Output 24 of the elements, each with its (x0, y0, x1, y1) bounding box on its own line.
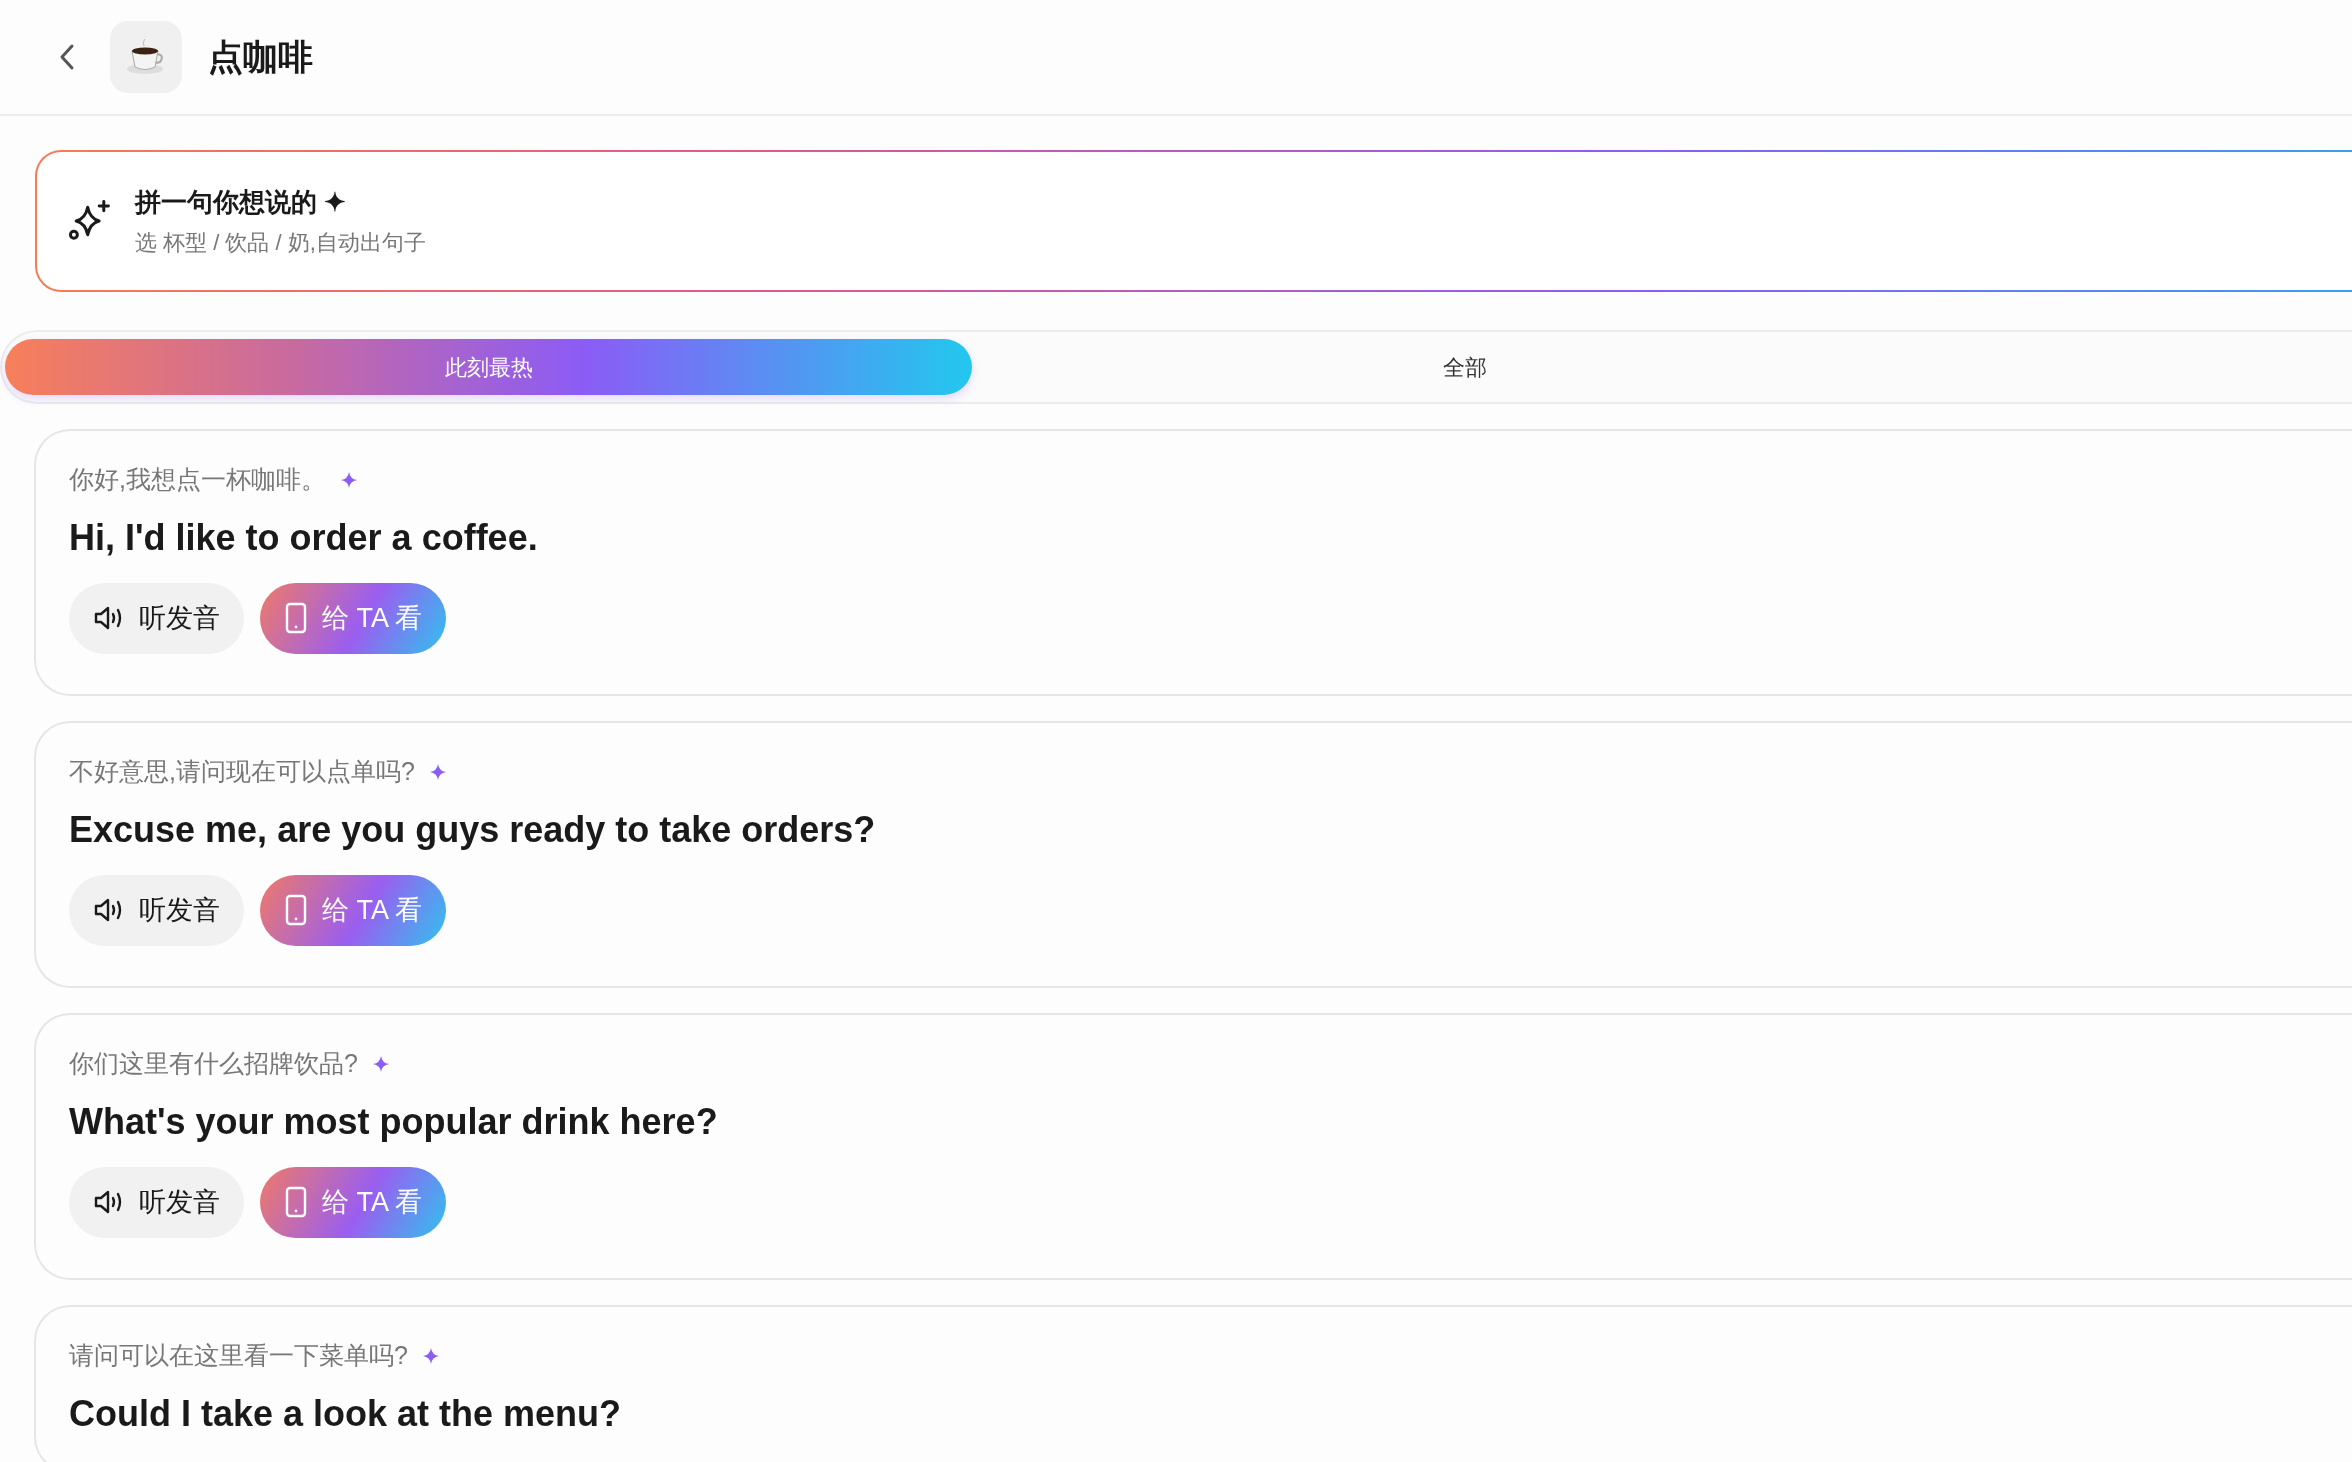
show-button[interactable]: 给 TA 看 (260, 874, 446, 946)
tab[interactable]: 全部 (972, 339, 1957, 395)
listen-button[interactable]: 听发音 (69, 874, 244, 946)
show-button[interactable]: 给 TA 看 (260, 582, 446, 654)
chinese-phrase: 请问可以在这里看一下菜单吗? (69, 1340, 408, 1371)
listen-button[interactable]: 听发音 (69, 1166, 244, 1238)
show-button[interactable]: 给 TA 看 (260, 1166, 446, 1238)
listen-button[interactable]: 听发音 (69, 582, 244, 654)
chinese-phrase: 你们这里有什么招牌饮品? (69, 1048, 358, 1079)
coffee-cup-icon (110, 21, 182, 93)
phone-icon (284, 894, 308, 926)
sentence-builder-card[interactable]: 拼一句你想说的 ✦ 选 杯型 / 饮品 / 奶,自动出句子 (35, 150, 2352, 292)
chinese-phrase: 你好,我想点一杯咖啡。 (69, 464, 326, 495)
english-phrase: Hi, I'd like to order a coffee. (69, 515, 539, 560)
english-phrase: Could I take a look at the menu? (69, 1391, 623, 1436)
phone-icon (284, 602, 308, 634)
builder-subtitle: 选 杯型 / 饮品 / 奶,自动出句子 (135, 229, 426, 257)
tab[interactable]: 此刻最热 (5, 339, 972, 395)
english-phrase: What's your most popular drink here? (69, 1099, 719, 1144)
builder-title: 拼一句你想说的 ✦ (135, 186, 348, 219)
english-phrase: Excuse me, are you guys ready to take orders? (69, 807, 877, 852)
phone-icon (284, 1186, 308, 1218)
chinese-phrase: 不好意思,请问现在可以点单吗? (69, 756, 415, 787)
page-title: 点咖啡 (208, 35, 313, 78)
